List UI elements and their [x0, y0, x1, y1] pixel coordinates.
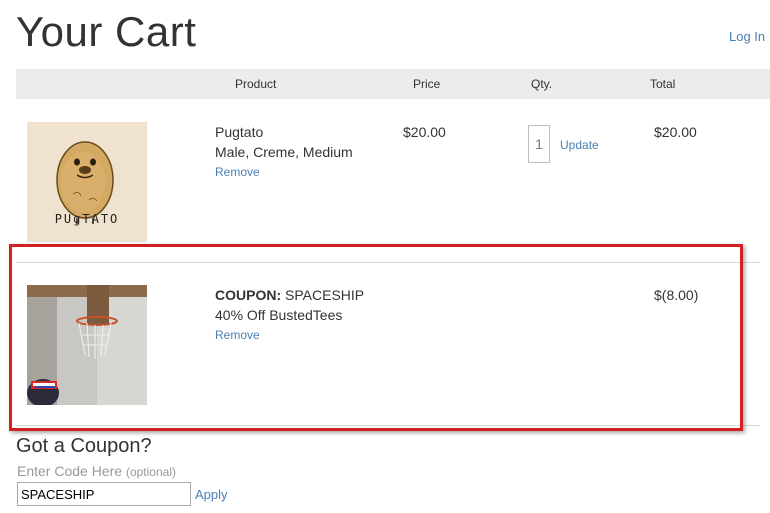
- quantity-input[interactable]: [528, 125, 550, 163]
- login-link[interactable]: Log In: [729, 29, 765, 44]
- product-name: Pugtato: [215, 124, 264, 140]
- row-divider: [16, 425, 760, 426]
- remove-item-button[interactable]: Remove: [215, 165, 260, 179]
- coupon-label: COUPON:: [215, 287, 282, 303]
- pugtato-image-caption: PUgTATO: [54, 212, 120, 226]
- page-title: Your Cart: [16, 8, 197, 55]
- column-header-total: Total: [650, 77, 676, 91]
- item-price: $20.00: [403, 124, 446, 140]
- coupon-total: $(8.00): [654, 287, 699, 303]
- column-header-price: Price: [413, 77, 441, 91]
- item-total: $20.00: [654, 124, 697, 140]
- remove-coupon-button[interactable]: Remove: [215, 328, 260, 342]
- coupon-code-label: Enter Code Here (optional): [17, 463, 176, 479]
- cart-table-header: Product Price Qty. Total: [16, 69, 770, 99]
- row-divider: [16, 262, 760, 263]
- coupon-code-input[interactable]: [17, 482, 191, 506]
- coupon-line: COUPON: SPACESHIP: [215, 285, 364, 305]
- column-header-qty: Qty.: [531, 77, 553, 91]
- coupon-code-label-text: Enter Code Here: [17, 463, 123, 479]
- coupon-code: SPACESHIP: [285, 287, 365, 303]
- product-variant: Male, Creme, Medium: [215, 144, 353, 160]
- basketball-hoop-photo: [27, 285, 147, 405]
- column-header-product: Product: [235, 77, 277, 91]
- coupon-image: [27, 285, 147, 405]
- optional-hint: (optional): [125, 465, 176, 479]
- apply-coupon-button[interactable]: Apply: [195, 487, 228, 502]
- update-quantity-button[interactable]: Update: [560, 138, 599, 152]
- coupon-heading: Got a Coupon?: [16, 435, 152, 457]
- pugtato-product-image[interactable]: PUgTATO: [27, 122, 147, 242]
- cart-page: Your Cart Log In Product Price Qty. Tota…: [0, 0, 770, 513]
- coupon-description: 40% Off BustedTees: [215, 307, 343, 323]
